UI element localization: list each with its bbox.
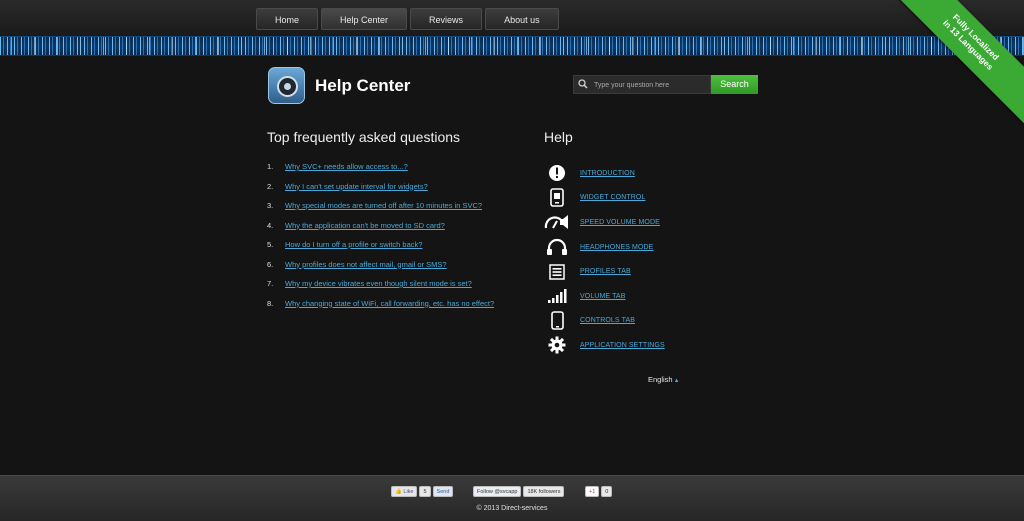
help-heading: Help bbox=[544, 129, 573, 145]
footer: 👍 Like 5 Send Follow @svcapp 18K followe… bbox=[0, 475, 1024, 521]
language-label: English bbox=[648, 375, 673, 384]
profiles-icon bbox=[544, 262, 570, 282]
faq-number: 4. bbox=[267, 220, 274, 230]
faq-link[interactable]: Why I can't set update interval for widg… bbox=[285, 180, 428, 200]
faq-link[interactable]: How do I turn off a profile or switch ba… bbox=[285, 238, 422, 258]
faq-item: 8. Why changing state of WiFi, call forwa… bbox=[267, 297, 494, 317]
help-item-volume: VOLUME TAB bbox=[544, 284, 665, 309]
faq-item: 3. Why special modes are turned off after… bbox=[267, 199, 494, 219]
faq-item: 7. Why my device vibrates even though sil… bbox=[267, 277, 494, 297]
facebook-widgets: 👍 Like 5 Send bbox=[391, 486, 454, 497]
help-item-speed-volume: SPEED VOLUME MODE bbox=[544, 210, 665, 235]
search-icon bbox=[578, 79, 588, 92]
help-link-speed-volume[interactable]: SPEED VOLUME MODE bbox=[580, 219, 660, 226]
help-link-introduction[interactable]: INTRODUCTION bbox=[580, 170, 635, 177]
faq-item: 5. How do I turn off a profile or switch … bbox=[267, 238, 494, 258]
exclamation-icon bbox=[544, 163, 570, 183]
gplus-button[interactable]: +1 bbox=[585, 486, 600, 497]
faq-link[interactable]: Why special modes are turned off after 1… bbox=[285, 199, 482, 219]
followers-count: 18K followers bbox=[523, 486, 565, 497]
faq-item: 6. Why profiles does not affect mail, gma… bbox=[267, 258, 494, 278]
caret-up-icon: ▲ bbox=[673, 378, 680, 384]
faq-number: 7. bbox=[267, 279, 274, 288]
faq-link[interactable]: Why changing state of WiFi, call forward… bbox=[285, 297, 494, 317]
faq-link[interactable]: Why SVC+ needs allow access to...? bbox=[285, 160, 408, 180]
top-bar: Home Help Center Reviews About us bbox=[0, 0, 1024, 36]
help-list: INTRODUCTION WIDGET CONTROL SPEED VOLUME… bbox=[544, 161, 665, 358]
widget-icon bbox=[544, 188, 570, 208]
nav-help-center[interactable]: Help Center bbox=[321, 8, 408, 30]
gplus-widgets: +1 0 bbox=[585, 486, 613, 497]
send-button[interactable]: Send bbox=[432, 486, 454, 497]
faq-item: 2. Why I can't set update interval for wi… bbox=[267, 180, 494, 200]
gplus-count: 0 bbox=[601, 486, 613, 497]
nav-about-us[interactable]: About us bbox=[485, 8, 559, 30]
nav-reviews[interactable]: Reviews bbox=[410, 8, 483, 30]
help-link-app-settings[interactable]: APPLICATION SETTINGS bbox=[580, 342, 665, 349]
search-box bbox=[573, 75, 711, 94]
help-link-volume[interactable]: VOLUME TAB bbox=[580, 293, 625, 300]
help-item-introduction: INTRODUCTION bbox=[544, 161, 665, 186]
twitter-widgets: Follow @svcapp 18K followers bbox=[473, 486, 565, 497]
thumb-up-icon: 👍 bbox=[395, 489, 402, 495]
faq-link[interactable]: Why my device vibrates even though silen… bbox=[285, 277, 472, 297]
headphones-icon bbox=[544, 237, 570, 257]
app-logo-icon[interactable] bbox=[268, 67, 305, 104]
search-input[interactable] bbox=[594, 78, 708, 92]
main-nav: Home Help Center Reviews About us bbox=[256, 8, 559, 30]
volume-icon bbox=[544, 286, 570, 306]
copyright: © 2013 Direct-services bbox=[476, 505, 548, 512]
help-item-profiles: PROFILES TAB bbox=[544, 259, 665, 284]
nav-home[interactable]: Home bbox=[256, 8, 319, 30]
faq-item: 1. Why SVC+ needs allow access to...? bbox=[267, 160, 494, 180]
faq-heading: Top frequently asked questions bbox=[267, 129, 461, 145]
help-item-headphones: HEADPHONES MODE bbox=[544, 235, 665, 260]
help-item-app-settings: APPLICATION SETTINGS bbox=[544, 333, 665, 358]
faq-number: 2. bbox=[267, 181, 274, 191]
help-link-widget-control[interactable]: WIDGET CONTROL bbox=[580, 194, 645, 201]
help-item-widget-control: WIDGET CONTROL bbox=[544, 186, 665, 211]
help-link-headphones[interactable]: HEADPHONES MODE bbox=[580, 244, 653, 251]
help-link-controls[interactable]: CONTROLS TAB bbox=[580, 317, 635, 324]
faq-number: 8. bbox=[267, 298, 274, 308]
language-selector[interactable]: English▲ bbox=[648, 375, 680, 384]
help-link-profiles[interactable]: PROFILES TAB bbox=[580, 268, 631, 275]
faq-link[interactable]: Why the application can't be moved to SD… bbox=[285, 219, 445, 239]
faq-link[interactable]: Why profiles does not affect mail, gmail… bbox=[285, 258, 447, 278]
help-item-controls: CONTROLS TAB bbox=[544, 309, 665, 334]
speed-icon bbox=[544, 212, 570, 232]
gear-icon bbox=[544, 335, 570, 355]
phone-icon bbox=[544, 311, 570, 331]
search-button[interactable]: Search bbox=[711, 75, 758, 94]
faq-number: 6. bbox=[267, 259, 274, 269]
faq-number: 1. bbox=[267, 162, 274, 171]
faq-item: 4. Why the application can't be moved to … bbox=[267, 219, 494, 239]
page-title: Help Center bbox=[315, 76, 411, 95]
faq-number: 5. bbox=[267, 240, 274, 249]
twitter-follow-button[interactable]: Follow @svcapp bbox=[473, 486, 522, 497]
like-button[interactable]: 👍 Like bbox=[391, 486, 418, 497]
faq-number: 3. bbox=[267, 201, 274, 210]
sound-wave-banner bbox=[0, 36, 1024, 56]
like-count: 5 bbox=[419, 486, 431, 497]
faq-list: 1. Why SVC+ needs allow access to...? 2. W… bbox=[267, 160, 494, 316]
